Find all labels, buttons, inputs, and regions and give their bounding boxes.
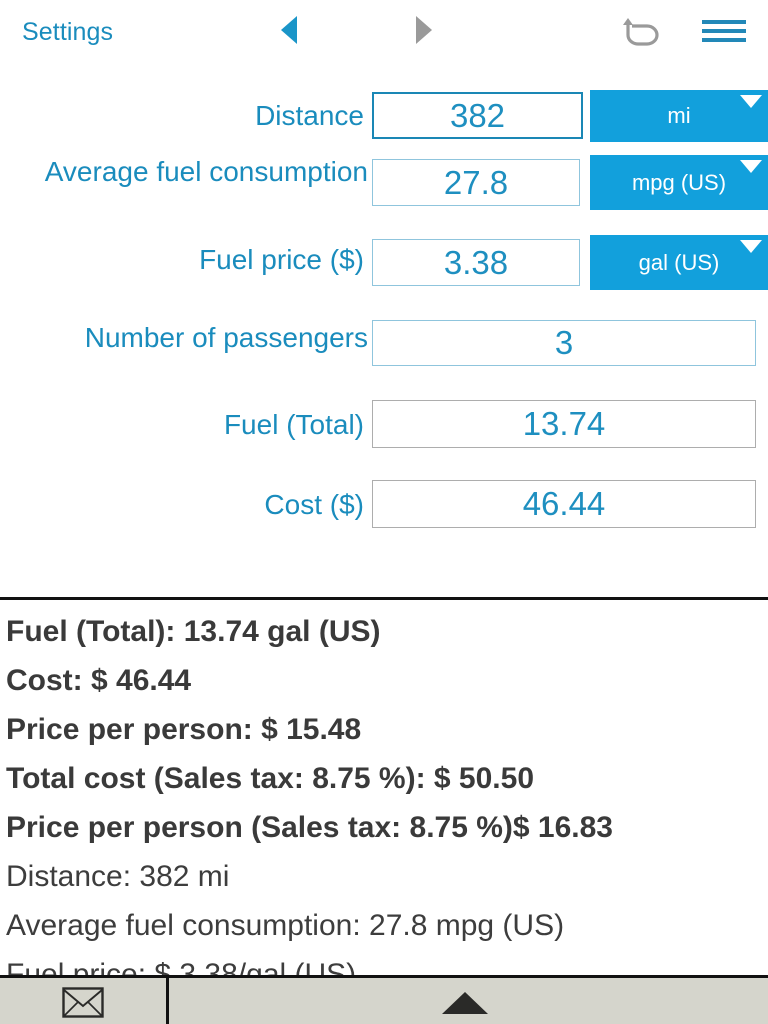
hamburger-bar xyxy=(702,38,746,42)
input-average-fuel-consumption[interactable]: 27.8 xyxy=(372,159,580,206)
chevron-down-icon xyxy=(740,95,762,108)
undo-arrow-icon[interactable] xyxy=(622,14,660,48)
undo-arrow-glyph xyxy=(623,18,659,46)
unit-select-average-fuel-consumption-label: mpg (US) xyxy=(631,169,727,195)
unit-select-distance[interactable]: mi xyxy=(590,90,768,142)
unit-select-average-fuel-consumption[interactable]: mpg (US) xyxy=(590,155,768,210)
bottom-toolbar xyxy=(0,975,768,1024)
settings-button[interactable]: Settings xyxy=(22,18,113,47)
envelope-glyph xyxy=(62,987,104,1018)
unit-select-fuel-price-label: gal (US) xyxy=(638,249,720,275)
app-header: Settings xyxy=(0,0,768,64)
output-cost: 46.44 xyxy=(372,480,756,528)
label-number-of-passengers: Number of passengers xyxy=(84,322,368,353)
output-fuel-total: 13.74 xyxy=(372,400,756,448)
triangle-up-icon[interactable] xyxy=(442,992,488,1016)
label-distance: Distance xyxy=(255,100,364,131)
hamburger-bar xyxy=(702,29,746,33)
input-distance[interactable]: 382 xyxy=(372,92,583,139)
summary-line: Cost: $ 46.44 xyxy=(6,664,192,697)
summary-line: Price per person: $ 15.48 xyxy=(6,713,362,746)
summary-line: Fuel (Total): 13.74 gal (US) xyxy=(6,615,381,648)
unit-select-fuel-price[interactable]: gal (US) xyxy=(590,235,768,290)
triangle-right-icon[interactable] xyxy=(416,16,432,44)
hamburger-menu-icon[interactable] xyxy=(702,16,750,46)
triangle-left-icon[interactable] xyxy=(281,16,297,44)
summary-line: Fuel price: $ 3.38/gal (US) xyxy=(6,958,357,975)
envelope-icon[interactable] xyxy=(62,987,104,1018)
input-fuel-price[interactable]: 3.38 xyxy=(372,239,580,286)
toolbar-divider xyxy=(166,978,169,1024)
summary-line: Average fuel consumption: 27.8 mpg (US) xyxy=(6,909,565,942)
label-cost: Cost ($) xyxy=(264,489,364,520)
label-average-fuel-consumption: Average fuel consumption xyxy=(44,156,368,187)
summary-line: Total cost (Sales tax: 8.75 %): $ 50.50 xyxy=(6,762,535,795)
hamburger-bar xyxy=(702,20,746,24)
triangle-up-glyph xyxy=(442,992,488,1014)
summary-divider xyxy=(0,597,768,600)
summary-line: Distance: 382 mi xyxy=(6,860,230,893)
summary-line: Price per person (Sales tax: 8.75 %)$ 16… xyxy=(6,811,613,844)
label-fuel-total: Fuel (Total) xyxy=(223,409,364,440)
summary-panel[interactable]: Fuel (Total): 13.74 gal (US) Cost: $ 46.… xyxy=(0,603,768,975)
input-number-of-passengers[interactable]: 3 xyxy=(372,320,756,366)
chevron-down-icon xyxy=(740,160,762,173)
label-fuel-price: Fuel price ($) xyxy=(199,244,364,275)
chevron-down-icon xyxy=(740,240,762,253)
